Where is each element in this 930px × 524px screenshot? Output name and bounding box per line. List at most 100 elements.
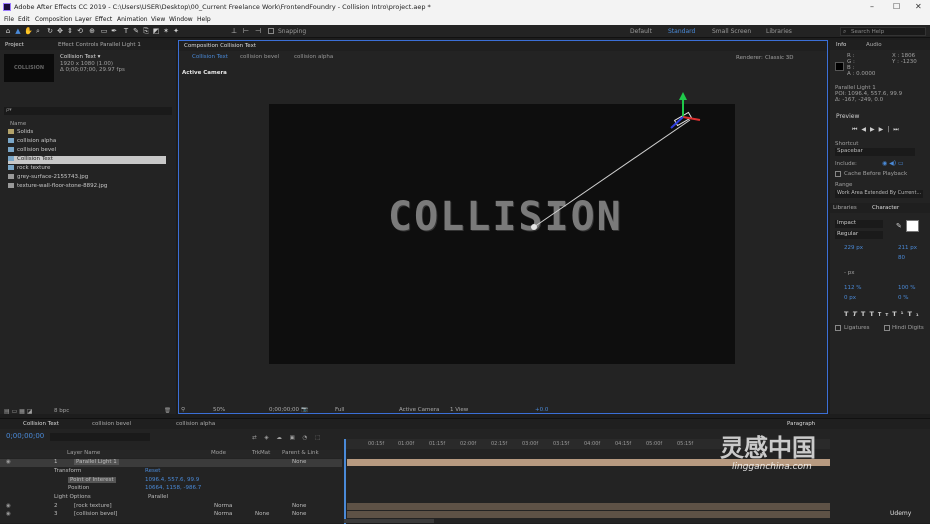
snapping-checkbox[interactable]	[268, 28, 274, 34]
renderer-value[interactable]: Classic 3D	[765, 55, 794, 61]
font-size-value[interactable]: 229 px	[844, 245, 863, 251]
table-row[interactable]: Light Options Parallel	[0, 494, 342, 502]
shortcut-select[interactable]: Spacebar	[835, 148, 915, 156]
crumb-collision-text[interactable]: Collision Text	[192, 54, 228, 60]
dolly-tool-icon[interactable]: ⇕	[66, 27, 74, 35]
tab-paragraph[interactable]: Paragraph	[787, 421, 815, 427]
minimize-icon[interactable]: –	[870, 2, 874, 11]
selection-tool-icon[interactable]: ▲	[14, 27, 22, 35]
prev-frame-icon[interactable]: ◀	[861, 126, 870, 133]
pen-tool-icon[interactable]: ✒	[110, 27, 118, 35]
play-icon[interactable]: ▶	[870, 126, 879, 133]
horizontal-scale-value[interactable]: 100 %	[898, 285, 915, 291]
ligatures-checkbox[interactable]	[835, 325, 841, 331]
vertical-scale-value[interactable]: 112 %	[844, 285, 861, 291]
zoom-select[interactable]: 50%	[213, 407, 225, 413]
timeline-search-input[interactable]	[50, 433, 150, 441]
table-row[interactable]: Point of Interest 1096.4, 557.6, 99.9	[0, 477, 342, 485]
leading-value[interactable]: 211 px	[898, 245, 917, 251]
eye-icon[interactable]: ◉	[6, 503, 11, 509]
layer-bar-rock[interactable]	[347, 503, 830, 510]
table-row[interactable]: ◉ 2 [rock texture] Norma None	[0, 503, 342, 511]
include-video-icon[interactable]: ◉ ◀) ▭	[882, 160, 904, 167]
tab-character[interactable]: Character	[872, 205, 899, 211]
list-item[interactable]: grey-surface-2155743.jpg	[8, 174, 88, 182]
bpc-label[interactable]: 8 bpc	[54, 408, 69, 414]
rotate-tool-icon[interactable]: ⟲	[76, 27, 84, 35]
tab-collision-text[interactable]: Collision Text	[23, 421, 59, 427]
column-name[interactable]: Name	[10, 121, 26, 127]
maximize-icon[interactable]: ☐	[893, 2, 900, 11]
tsume-value[interactable]: 0 %	[898, 295, 908, 301]
crumb-collision-bevel[interactable]: collision bevel	[240, 54, 279, 60]
menu-effect[interactable]: Effect	[95, 16, 112, 23]
text-style-buttons[interactable]: TTTTTтT¹T₁	[844, 310, 923, 318]
list-item[interactable]: collision alpha	[8, 138, 56, 146]
view-select[interactable]: Active Camera	[399, 407, 439, 413]
list-item[interactable]: collision bevel	[8, 147, 56, 155]
menu-file[interactable]: File	[4, 16, 14, 23]
cache-checkbox[interactable]	[835, 171, 841, 177]
axis-world-icon[interactable]: ⊢	[242, 27, 250, 35]
fill-color-swatch[interactable]	[906, 220, 919, 232]
brush-tool-icon[interactable]: ✎	[132, 27, 140, 35]
kerning-value[interactable]: - px	[844, 270, 854, 276]
eyedropper-icon[interactable]: ✎	[896, 222, 902, 230]
menu-window[interactable]: Window	[169, 16, 193, 23]
workspace-default[interactable]: Default	[630, 28, 652, 35]
magnify-icon[interactable]: ⚲	[181, 407, 185, 413]
menu-composition[interactable]: Composition	[35, 16, 72, 23]
tab-effect-controls[interactable]: Effect Controls Parallel Light 1	[58, 42, 141, 48]
list-item[interactable]: Solids	[8, 129, 33, 137]
menu-animation[interactable]: Animation	[117, 16, 148, 23]
home-icon[interactable]: ⌂	[4, 27, 12, 35]
tab-composition[interactable]: Composition Collision Text	[184, 43, 256, 49]
timecode-display[interactable]: 0;00;00;00	[269, 407, 299, 413]
resolution-select[interactable]: Full	[335, 407, 344, 413]
tab-info[interactable]: Info	[836, 42, 846, 48]
hand-tool-icon[interactable]: ✋	[24, 27, 33, 35]
first-frame-icon[interactable]: ⏮	[852, 126, 861, 133]
table-row[interactable]: Position 10664, 1158, -986.7	[0, 485, 342, 493]
last-frame-icon[interactable]: ⏭	[893, 126, 902, 133]
tab-audio[interactable]: Audio	[866, 42, 882, 48]
font-family-select[interactable]: Impact	[835, 220, 883, 228]
pan-behind-icon[interactable]: ⊕	[88, 27, 96, 35]
timeline-timecode[interactable]: 0;00;00;00	[6, 432, 44, 440]
eye-icon[interactable]: ◉	[6, 511, 11, 517]
puppet-tool-icon[interactable]: ✦	[172, 27, 180, 35]
tab-project[interactable]: Project	[5, 42, 24, 48]
tab-collision-bevel[interactable]: collision bevel	[92, 421, 131, 427]
table-row[interactable]: ◉ 3 [collision bevel] Norma None None	[0, 511, 342, 519]
axis-local-icon[interactable]: ⊥	[230, 27, 238, 35]
rectangle-tool-icon[interactable]: ▭	[100, 27, 108, 35]
next-frame-icon[interactable]: ▶|	[879, 126, 894, 133]
menu-edit[interactable]: Edit	[18, 16, 30, 23]
menu-view[interactable]: View	[151, 16, 165, 23]
workspace-small-screen[interactable]: Small Screen	[712, 28, 751, 35]
table-row[interactable]: Transform Reset	[0, 468, 342, 476]
list-item[interactable]: texture-wall-floor-stone-8892.jpg	[8, 183, 107, 191]
zoom-tool-icon[interactable]: ⌕	[34, 27, 42, 35]
light-gizmo[interactable]	[520, 90, 720, 240]
light-point-of-interest[interactable]	[531, 224, 537, 230]
exposure-value[interactable]: +0.0	[535, 407, 548, 413]
list-item-selected[interactable]: Collision Text	[8, 156, 166, 164]
clone-tool-icon[interactable]: ⎘	[142, 27, 150, 35]
tab-libraries[interactable]: Libraries	[833, 205, 857, 211]
zoom-slider[interactable]	[344, 519, 434, 523]
font-style-select[interactable]: Regular	[835, 231, 883, 239]
timeline-switches[interactable]: ⇄ ◈ ☁ ▣ ◔ ⬚	[252, 435, 323, 441]
tab-collision-alpha[interactable]: collision alpha	[176, 421, 215, 427]
trash-icon[interactable]: 🗑	[164, 408, 171, 414]
menu-layer[interactable]: Layer	[75, 16, 92, 23]
playhead[interactable]	[344, 439, 346, 524]
axis-view-icon[interactable]: ⊣	[254, 27, 262, 35]
type-tool-icon[interactable]: T	[122, 27, 130, 35]
camera-snapshot-icon[interactable]: 📷	[301, 407, 308, 413]
crumb-collision-alpha[interactable]: collision alpha	[294, 54, 333, 60]
tracking-value[interactable]: 80	[898, 255, 905, 261]
roto-tool-icon[interactable]: ✶	[162, 27, 170, 35]
list-item[interactable]: rock texture	[8, 165, 50, 173]
search-help-input[interactable]: Search Help	[840, 27, 926, 36]
